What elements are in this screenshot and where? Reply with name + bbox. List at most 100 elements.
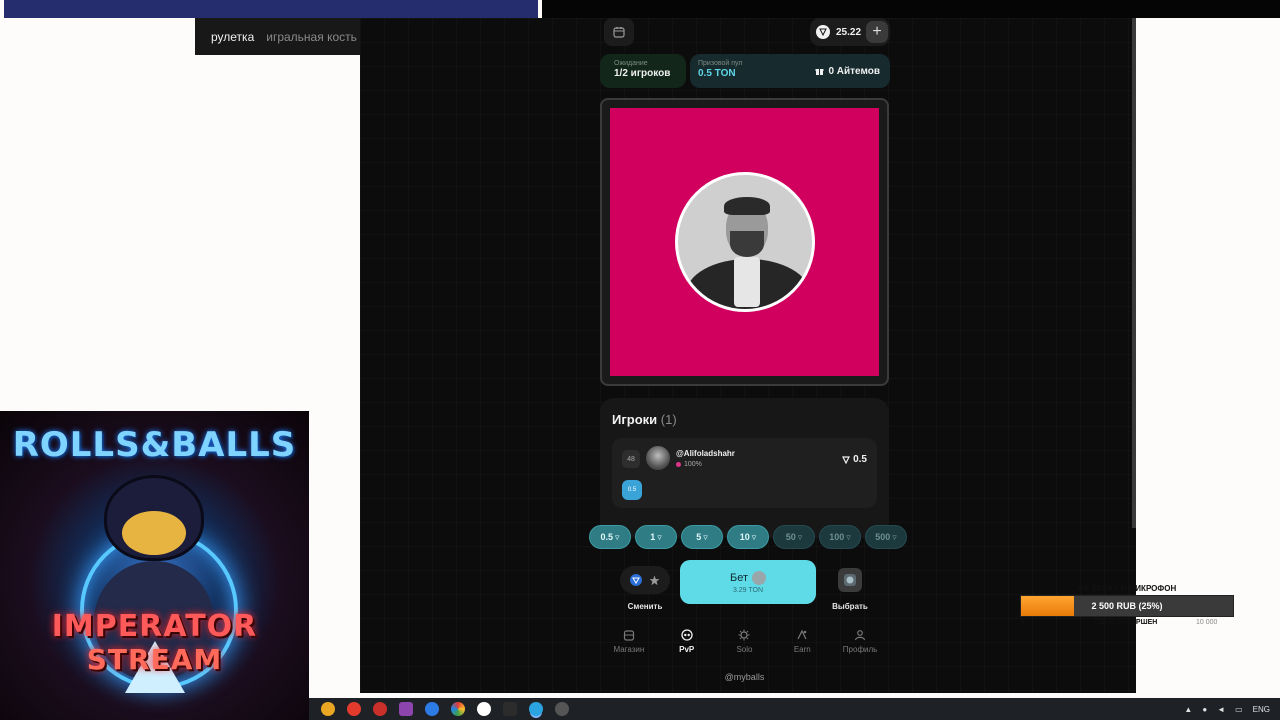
nav-earn-label: Earn	[793, 645, 811, 654]
player-chance: 100%	[676, 461, 702, 468]
system-tray: ▲ ● ◄ ▭ ENG	[1184, 698, 1270, 720]
h-app-icon[interactable]	[503, 702, 517, 716]
player-chance-value: 100%	[684, 461, 702, 468]
game-arena	[600, 98, 889, 386]
color-app-icon[interactable]	[451, 702, 465, 716]
chip-0-5[interactable]: 0.5 ▿	[589, 525, 631, 549]
items-count: 0 Айтемов	[815, 66, 880, 77]
donation-progress-bar: 2 500 RUB (25%)	[1020, 595, 1234, 617]
battery-icon[interactable]: ▭	[1235, 705, 1243, 714]
yandex-icon[interactable]	[477, 702, 491, 716]
gift-thumbnail-icon	[844, 574, 856, 586]
gift-thumbnail-icon	[752, 570, 766, 585]
chip-100[interactable]: 100 ▿	[819, 525, 861, 549]
bet-label: Бет	[729, 571, 748, 584]
yandex-browser-icon[interactable]	[347, 702, 361, 716]
chrome-icon[interactable]	[321, 702, 335, 716]
shop-icon	[622, 628, 636, 642]
opera-icon[interactable]	[373, 702, 387, 716]
chip-50[interactable]: 50 ▿	[773, 525, 815, 549]
ton-coin-icon	[816, 25, 830, 39]
tab-roulette[interactable]: рулетка	[211, 30, 254, 44]
players-title: Игроки	[612, 412, 658, 427]
chip-1[interactable]: 1 ▿	[635, 525, 677, 549]
player-level-badge: 48	[622, 450, 640, 468]
chip-500[interactable]: 500 ▿	[865, 525, 907, 549]
player-gift-item[interactable]: 0.5	[622, 480, 642, 500]
bot-username: @myballs	[724, 672, 765, 682]
player-avatar-large	[674, 172, 815, 312]
cover-logo-top: ROLLS&BALLS	[12, 425, 297, 465]
donation-max: 10 000	[1196, 619, 1218, 626]
calendar-icon	[613, 27, 625, 38]
players-heading: Игроки (1)	[612, 412, 877, 427]
add-balance-button[interactable]: +	[866, 21, 888, 43]
nav-shop[interactable]: Магазин	[601, 628, 657, 664]
switch-currency-button[interactable]	[620, 566, 670, 594]
cover-logo-bottom-1: IMPERATOR	[51, 609, 258, 644]
app-icon[interactable]	[399, 702, 413, 716]
arena-player-field	[610, 108, 879, 376]
bet-chips: 0.5 ▿ 1 ▿ 5 ▿ 10 ▿ 50 ▿ 100 ▿ 500 ▿	[589, 525, 907, 549]
background-tabs: рулетка игральная кость	[195, 18, 365, 55]
stream-cover-art: ROLLS&BALLS IMPERATOR STREAM	[0, 411, 309, 720]
player-bet-value: 0.5	[853, 454, 867, 465]
nav-shop-label: Магазин	[613, 645, 645, 654]
telegram-icon[interactable]	[529, 702, 543, 716]
earn-icon	[795, 628, 809, 642]
ton-icon: ▿	[657, 531, 662, 542]
tray-expand-icon[interactable]: ▲	[1184, 705, 1192, 714]
bet-amount: 3.29 TON	[732, 586, 764, 594]
bet-button[interactable]: Бет 3.29 TON	[680, 560, 816, 604]
nav-earn[interactable]: Earn	[774, 628, 830, 664]
nav-pvp[interactable]: PvP	[659, 628, 715, 664]
tab-dice[interactable]: игральная кость	[266, 30, 357, 44]
balance-value: 25.22	[836, 26, 862, 38]
donation-min: 0	[1021, 619, 1025, 626]
waiting-label: Ожидание	[614, 60, 648, 67]
volume-icon[interactable]: ◄	[1217, 705, 1225, 714]
nav-solo-label: Solo	[736, 645, 753, 654]
nav-pvp-label: PvP	[679, 645, 695, 654]
app-window: 25.22 + Ожидание 1/2 игроков Призовой пу…	[360, 18, 1136, 693]
donation-progress-text: 2 500 RUB (25%)	[1091, 601, 1163, 611]
ton-icon: ▿	[846, 531, 851, 542]
ton-icon: ▿	[797, 531, 803, 542]
player-bet: 0.5	[842, 454, 867, 465]
ton-icon: ▿	[703, 531, 708, 542]
nav-profile-label: Профиль	[842, 645, 878, 654]
items-value: 0 Айтемов	[828, 66, 880, 77]
microphone-icon[interactable]: ●	[1202, 705, 1207, 714]
pick-gift-button[interactable]	[838, 568, 862, 592]
switch-label: Сменить	[627, 602, 663, 611]
pvp-icon	[680, 628, 694, 642]
waiting-value: 1/2 игроков	[614, 68, 671, 79]
gift-icon	[815, 69, 824, 75]
ton-icon: ▿	[751, 531, 757, 542]
scrollbar[interactable]	[1132, 18, 1136, 528]
solo-icon	[737, 628, 751, 642]
ton-icon: ▿	[614, 531, 620, 542]
chip-10[interactable]: 10 ▿	[727, 525, 769, 549]
ton-icon	[629, 574, 642, 586]
ton-icon: ▿	[892, 531, 897, 542]
players-panel: Игроки (1) 48 @Alifoladshahr 100% 0.5 0.…	[600, 398, 889, 538]
nav-profile[interactable]: Профиль	[832, 628, 888, 664]
obs-icon[interactable]	[555, 702, 569, 716]
bottom-nav: Магазин PvP Solo Earn Профиль	[600, 628, 889, 664]
prize-pool: Призовой пул 0.5 TON 0 Айтемов	[690, 54, 890, 88]
waiting-status: Ожидание 1/2 игроков	[600, 54, 686, 88]
player-row[interactable]: 48 @Alifoladshahr 100% 0.5 0.5	[612, 438, 877, 508]
background-window-bar	[4, 0, 538, 18]
players-count: (1)	[660, 412, 677, 427]
ton-icon	[842, 455, 851, 464]
pick-label: Выбрать	[832, 602, 868, 611]
background-window-bar-dark	[542, 0, 1280, 18]
language-indicator[interactable]: ENG	[1253, 705, 1270, 714]
nav-solo[interactable]: Solo	[716, 628, 772, 664]
chip-5[interactable]: 5 ▿	[681, 525, 723, 549]
calendar-button[interactable]	[604, 18, 634, 46]
player-avatar	[646, 446, 670, 470]
cover-bear-face	[122, 511, 186, 555]
checkmark-app-icon[interactable]	[425, 702, 439, 716]
